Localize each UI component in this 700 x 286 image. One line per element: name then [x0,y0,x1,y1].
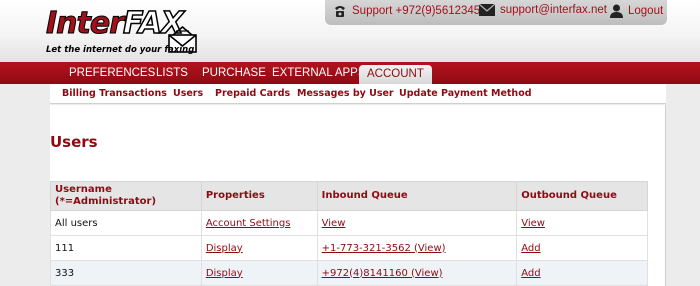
inbound-number-link[interactable]: +1-773-321-3562 (View) [322,243,446,254]
phone-icon [335,6,345,17]
top-utility-bar: Support +972(9)5612345 support@interfax.… [325,0,667,25]
inbound-view-link[interactable]: View [322,218,346,229]
users-table: Username (*=Administrator) Properties Inb… [50,181,648,286]
header: InterFAX Let the internet do your faxing… [0,0,700,62]
cell-username: All users [50,210,202,236]
outbound-add-link[interactable]: Add [521,243,540,254]
header-inbound-queue: Inbound Queue [316,181,518,211]
display-link[interactable]: Display [206,243,243,254]
table-row: All users Account Settings View View [50,210,648,236]
header-username: Username (*=Administrator) [50,181,202,211]
support-phone-link[interactable]: Support +972(9)5612345 [333,4,480,18]
cell-username: 333 [50,260,202,286]
cell-inbound: View [316,210,518,236]
nav-account[interactable]: ACCOUNT [359,65,432,84]
cell-properties: Display [200,260,318,286]
cell-inbound: +972(4)8141160 (View) [316,260,518,286]
logo-wordmark: InterFAX [45,6,184,41]
submenu-messages-by-user[interactable]: Messages by User [297,88,394,99]
inbound-number-link[interactable]: +972(4)8141160 (View) [322,268,443,279]
header-outbound-queue: Outbound Queue [516,181,648,211]
table-header-row: Username (*=Administrator) Properties Inb… [50,181,648,211]
logo-tagline: Let the internet do your faxing [46,45,195,55]
header-properties: Properties [200,181,318,211]
cell-inbound: +1-773-321-3562 (View) [316,235,518,261]
cell-outbound: Add [516,235,648,261]
submenu-billing-transactions[interactable]: Billing Transactions [62,88,167,99]
main-nav: PREFERENCES LISTS PURCHASE EXTERNAL APPS… [0,62,700,84]
nav-external-apps[interactable]: EXTERNAL APPS [272,62,366,84]
submenu-users[interactable]: Users [173,88,203,99]
support-phone-text: Support +972(9)5612345 [352,5,481,17]
logout-link[interactable]: Logout [610,4,663,18]
logout-text: Logout [628,5,664,17]
page-title: Users [50,133,98,151]
envelope-icon [479,4,495,16]
cell-outbound: Add [516,260,648,286]
cell-outbound: View [516,210,648,236]
outbound-add-link[interactable]: Add [521,268,540,279]
table-row: 333 Display +972(4)8141160 (View) Add [50,260,648,286]
table-row: 111 Display +1-773-321-3562 (View) Add [50,235,648,261]
nav-preferences[interactable]: PREFERENCES [69,62,155,84]
support-email-link[interactable]: support@interfax.net [479,4,607,16]
outbound-view-link[interactable]: View [521,218,545,229]
cell-properties: Display [200,235,318,261]
user-icon [610,4,623,18]
submenu-prepaid-cards[interactable]: Prepaid Cards [215,88,290,99]
account-settings-link[interactable]: Account Settings [206,218,291,229]
nav-lists[interactable]: LISTS [156,62,188,84]
account-submenu: Billing Transactions Users Prepaid Cards… [50,84,666,104]
interfax-logo[interactable]: InterFAX Let the internet do your faxing [45,6,206,58]
submenu-update-payment-method[interactable]: Update Payment Method [399,88,532,99]
nav-purchase[interactable]: PURCHASE [202,62,266,84]
cell-properties: Account Settings [200,210,318,236]
support-email-text: support@interfax.net [500,4,607,16]
cell-username: 111 [50,235,202,261]
display-link[interactable]: Display [206,268,243,279]
